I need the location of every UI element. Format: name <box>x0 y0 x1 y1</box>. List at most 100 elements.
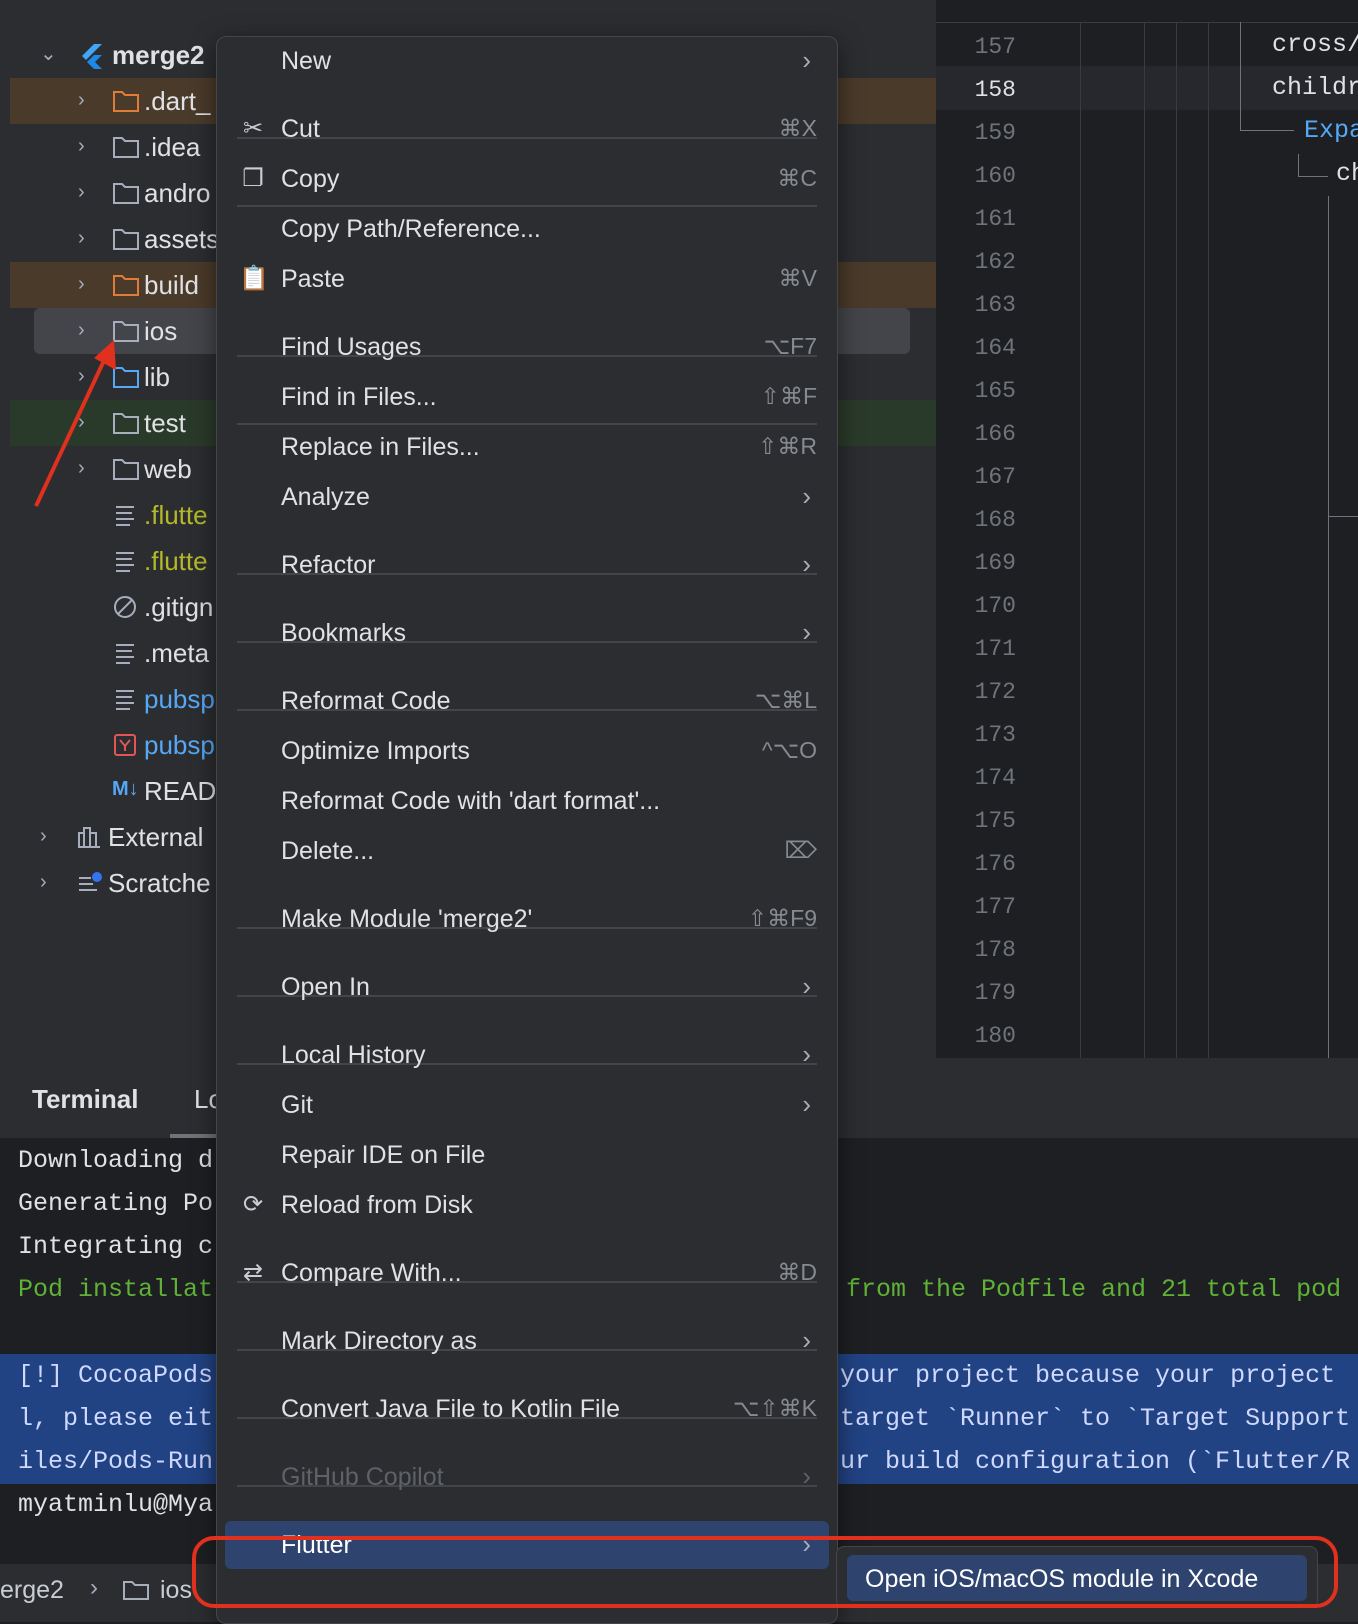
menu-item-reload-from-disk[interactable]: ⟳ Reload from Disk <box>217 1181 837 1227</box>
chevron-right-icon[interactable]: › <box>78 228 94 248</box>
library-icon <box>76 824 104 850</box>
chevron-right-icon: › <box>802 971 811 1001</box>
tree-item-label: pubsp <box>144 730 215 760</box>
breadcrumb-project[interactable]: erge2 <box>0 1576 64 1605</box>
menu-item-repair-ide-on-file[interactable]: Repair IDE on File <box>217 1131 837 1177</box>
line-number: 179 <box>974 980 1016 1006</box>
chevron-right-icon: › <box>802 1039 811 1069</box>
tree-item-label: .idea <box>144 132 201 162</box>
line-number: 158 <box>974 77 1016 103</box>
line-number: 171 <box>974 636 1016 662</box>
menu-item-new[interactable]: New › <box>217 37 837 83</box>
chevron-right-icon[interactable]: › <box>78 136 94 156</box>
file-lines-icon <box>112 686 140 712</box>
chevron-right-icon[interactable]: › <box>78 320 94 340</box>
tree-item-label: .dart_ <box>144 86 211 116</box>
ignore-icon <box>112 594 140 620</box>
line-number: 177 <box>974 894 1016 920</box>
menu-item-local-history[interactable]: Local History › <box>217 1031 837 1077</box>
tree-connector <box>1328 516 1358 517</box>
terminal-line: myatminlu@Mya <box>18 1490 214 1519</box>
indent-guide <box>1080 22 1081 1058</box>
menu-item-label: Local History <box>281 1041 426 1069</box>
line-number: 166 <box>974 421 1016 447</box>
line-number: 162 <box>974 249 1016 275</box>
chevron-right-icon[interactable]: › <box>78 182 94 202</box>
line-number: 165 <box>974 378 1016 404</box>
menu-item-reformat-code-with-dart-format[interactable]: Reformat Code with 'dart format'... <box>217 777 837 823</box>
tree-item-label: External <box>108 822 204 852</box>
chevron-down-icon[interactable]: ⌄ <box>40 44 57 64</box>
chevron-right-icon: › <box>802 1461 811 1491</box>
breadcrumb-ios[interactable]: ios <box>160 1576 192 1605</box>
tab-terminal[interactable]: Terminal <box>32 1084 138 1115</box>
menu-item-label: Find Usages <box>281 333 422 361</box>
tree-item-label: build <box>144 270 199 300</box>
line-number: 160 <box>974 163 1016 189</box>
chevron-right-icon[interactable]: › <box>40 872 56 892</box>
folder-icon <box>112 272 140 298</box>
menu-item-label: Analyze <box>281 483 370 511</box>
menu-item-cut[interactable]: ✂ Cut ⌘X <box>217 105 837 151</box>
chevron-right-icon[interactable]: › <box>78 274 94 294</box>
tree-item-label: .gitign <box>144 592 214 622</box>
menu-item-shortcut: ⌦ <box>784 837 817 863</box>
markdown-icon: M↓ <box>112 778 139 800</box>
chevron-right-icon: › <box>802 617 811 647</box>
menu-item-open-in[interactable]: Open In › <box>217 963 837 1009</box>
menu-item-shortcut: ⌘X <box>778 115 817 141</box>
chevron-right-icon[interactable]: › <box>40 826 56 846</box>
line-number: 168 <box>974 507 1016 533</box>
menu-item-label: Copy <box>281 165 340 193</box>
menu-item-mark-directory-as[interactable]: Mark Directory as › <box>217 1317 837 1363</box>
line-number: 164 <box>974 335 1016 361</box>
chevron-right-icon[interactable]: › <box>78 90 94 110</box>
menu-item-refactor[interactable]: Refactor › <box>217 541 837 587</box>
menu-item-convert-java-file-to-kotlin-file[interactable]: Convert Java File to Kotlin File ⌥⇧⌘K <box>217 1385 837 1431</box>
editor-tab-strip <box>936 0 1358 23</box>
menu-item-label: Reformat Code <box>281 687 451 715</box>
menu-item-reformat-code[interactable]: Reformat Code ⌥⌘L <box>217 677 837 723</box>
tree-item-label: test <box>144 408 186 438</box>
menu-item-paste[interactable]: 📋 Paste ⌘V <box>217 255 837 301</box>
menu-item-optimize-imports[interactable]: Optimize Imports ^⌥O <box>217 727 837 773</box>
menu-item-delete[interactable]: Delete... ⌦ <box>217 827 837 873</box>
tree-item-label: lib <box>144 362 171 392</box>
code-line: Expa <box>1304 116 1358 145</box>
line-number: 170 <box>974 593 1016 619</box>
terminal-line: iles/Pods-Run <box>18 1447 214 1476</box>
annotation-arrow <box>34 340 116 507</box>
menu-item-bookmarks[interactable]: Bookmarks › <box>217 609 837 655</box>
menu-item-find-usages[interactable]: Find Usages ⌥F7 <box>217 323 837 369</box>
tree-item-label: .meta <box>144 638 210 668</box>
indent-guide <box>1208 22 1209 1058</box>
terminal-line: l, please eit <box>18 1404 214 1433</box>
menu-item-label: Bookmarks <box>281 619 407 647</box>
line-number: 157 <box>974 34 1016 60</box>
tree-connector <box>1240 130 1294 131</box>
menu-item-label: Repair IDE on File <box>281 1141 486 1169</box>
menu-item-make-module-merge2[interactable]: Make Module 'merge2' ⇧⌘F9 <box>217 895 837 941</box>
line-number: 172 <box>974 679 1016 705</box>
menu-item-compare-with[interactable]: ⇄ Compare With... ⌘D <box>217 1249 837 1295</box>
indent-guide <box>1144 22 1145 1058</box>
menu-item-shortcut: ^⌥O <box>761 737 817 763</box>
tree-item-label: ios <box>144 316 178 346</box>
chevron-right-icon: › <box>802 549 811 579</box>
menu-item-copy[interactable]: ❐ Copy ⌘C <box>217 155 837 201</box>
menu-item-shortcut: ⌥F7 <box>763 333 817 359</box>
menu-item-git[interactable]: Git › <box>217 1081 837 1127</box>
scissors-icon: ✂ <box>242 115 264 142</box>
scratches-icon <box>76 870 104 896</box>
terminal-line: target `Runner` to `Target Support <box>840 1404 1351 1433</box>
menu-item-replace-in-files[interactable]: Replace in Files... ⇧⌘R <box>217 423 837 469</box>
line-number: 173 <box>974 722 1016 748</box>
menu-item-label: Mark Directory as <box>281 1327 477 1355</box>
chevron-right-icon: › <box>802 481 811 511</box>
terminal-line: Pod installat <box>18 1275 214 1304</box>
menu-item-copy-path-reference[interactable]: Copy Path/Reference... <box>217 205 837 251</box>
menu-item-analyze[interactable]: Analyze › <box>217 473 837 519</box>
menu-item-find-in-files[interactable]: Find in Files... ⇧⌘F <box>217 373 837 419</box>
chevron-right-icon: › <box>802 1089 811 1119</box>
menu-item-label: Cut <box>281 115 320 143</box>
